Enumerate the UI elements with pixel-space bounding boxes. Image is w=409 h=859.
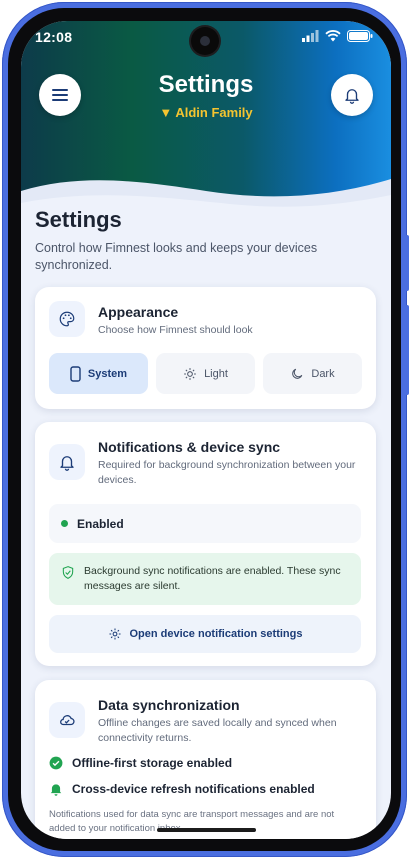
data-sync-card: Data synchronization Offline changes are… bbox=[35, 680, 376, 839]
volume-button bbox=[405, 235, 409, 291]
data-sync-title: Data synchronization bbox=[98, 697, 240, 713]
feature-label: Offline-first storage enabled bbox=[72, 756, 233, 770]
appearance-card: Appearance Choose how Fimnest should loo… bbox=[35, 287, 376, 409]
shield-check-icon bbox=[62, 566, 74, 579]
page-description: Control how Fimnest looks and keeps your… bbox=[35, 241, 318, 272]
status-time: 12:08 bbox=[35, 29, 73, 45]
appearance-title: Appearance bbox=[98, 304, 179, 320]
feature-label: Cross-device refresh notifications enabl… bbox=[72, 782, 315, 796]
front-camera bbox=[191, 27, 219, 55]
open-notification-settings-button[interactable]: Open device notification settings bbox=[49, 615, 361, 653]
gear-icon bbox=[108, 628, 121, 640]
theme-option-label: Dark bbox=[311, 367, 335, 380]
page-title: Settings bbox=[35, 207, 122, 232]
side-button bbox=[405, 305, 409, 395]
status-label: Enabled bbox=[77, 516, 124, 531]
check-circle-icon bbox=[49, 756, 63, 770]
wifi-icon bbox=[325, 30, 341, 42]
bell-icon bbox=[49, 444, 85, 480]
theme-option-system[interactable]: System bbox=[49, 353, 148, 394]
bell-icon bbox=[50, 784, 62, 796]
home-indicator[interactable] bbox=[157, 828, 256, 832]
signal-icon bbox=[302, 30, 319, 42]
screen: 12:08 Settings ▼ Aldin Family Settings C… bbox=[21, 21, 391, 839]
sync-info-text: Background sync notifications are enable… bbox=[84, 565, 341, 592]
moon-icon bbox=[292, 368, 303, 379]
household-selector[interactable]: ▼ Aldin Family bbox=[21, 105, 391, 120]
palette-icon bbox=[49, 301, 85, 337]
sync-info-banner: Background sync notifications are enable… bbox=[49, 553, 361, 605]
appearance-description: Choose how Fimnest should look bbox=[98, 324, 253, 336]
header-title: Settings bbox=[158, 71, 254, 98]
sun-icon bbox=[184, 367, 196, 380]
notifications-title: Notifications & device sync bbox=[98, 439, 281, 455]
notifications-description: Required for background synchronization … bbox=[98, 459, 356, 486]
theme-option-dark[interactable]: Dark bbox=[263, 353, 362, 394]
household-name: Aldin Family bbox=[175, 105, 253, 120]
theme-option-label: System bbox=[87, 367, 128, 380]
notification-status: Enabled bbox=[49, 504, 361, 543]
feature-offline-storage: Offline-first storage enabled bbox=[49, 756, 232, 770]
cloud-sync-icon bbox=[49, 702, 85, 738]
phone-icon bbox=[70, 365, 81, 382]
feature-refresh-notifications: Cross-device refresh notifications enabl… bbox=[49, 782, 315, 796]
data-sync-description: Offline changes are saved locally and sy… bbox=[98, 717, 337, 744]
notifications-card: Notifications & device sync Required for… bbox=[35, 422, 376, 666]
theme-option-label: Light bbox=[204, 367, 228, 380]
chevron-down-icon: ▼ bbox=[159, 105, 173, 120]
status-dot-icon bbox=[61, 520, 68, 527]
battery-icon bbox=[347, 30, 373, 42]
theme-option-light[interactable]: Light bbox=[156, 353, 255, 394]
action-label: Open device notification settings bbox=[129, 628, 303, 640]
